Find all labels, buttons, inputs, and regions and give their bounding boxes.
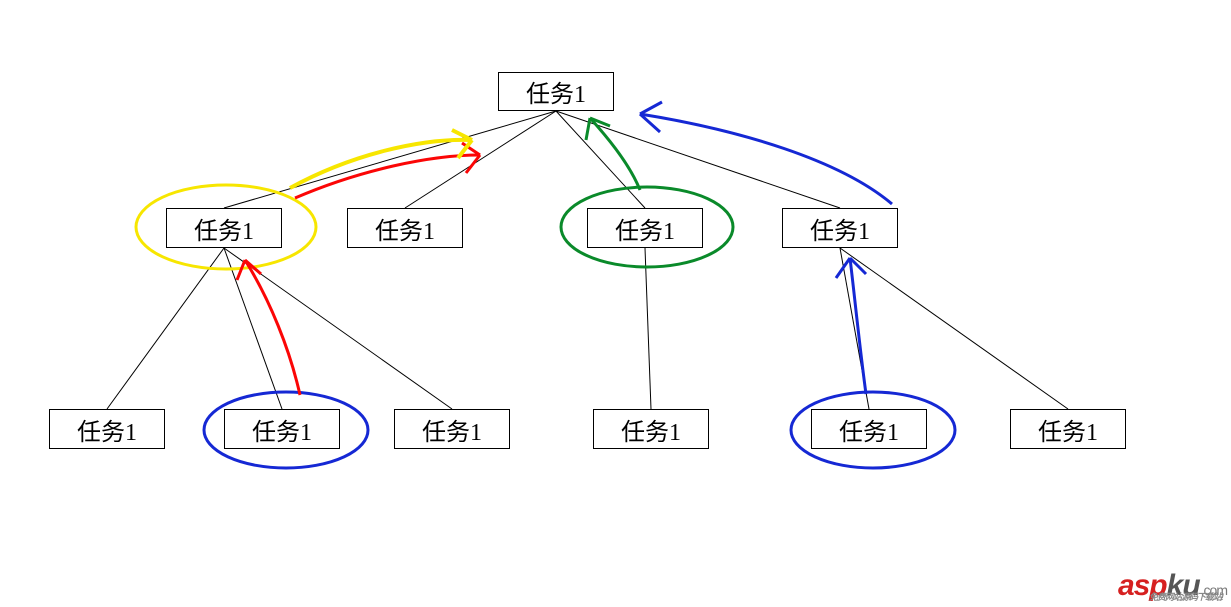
node-label: 任务1 (839, 412, 899, 447)
node-l2c: 任务1 (587, 208, 703, 248)
node-l3f: 任务1 (1010, 409, 1126, 449)
arrow-red-lower (245, 260, 300, 395)
node-l3c: 任务1 (394, 409, 510, 449)
watermark-subtitle: 免费网站源码下载站! (1149, 590, 1223, 603)
node-label: 任务1 (526, 74, 586, 109)
node-label: 任务1 (615, 211, 675, 246)
arrow-blue-upper (640, 114, 892, 204)
node-label: 任务1 (1038, 412, 1098, 447)
node-l2a: 任务1 (166, 208, 282, 248)
node-label: 任务1 (252, 412, 312, 447)
node-l2b: 任务1 (347, 208, 463, 248)
node-label: 任务1 (621, 412, 681, 447)
node-l3e: 任务1 (811, 409, 927, 449)
node-l3b: 任务1 (224, 409, 340, 449)
arrow-red-upper (295, 155, 480, 198)
node-l3a: 任务1 (49, 409, 165, 449)
arrow-blue-lower (850, 258, 866, 394)
node-label: 任务1 (810, 211, 870, 246)
node-l2d: 任务1 (782, 208, 898, 248)
node-label: 任务1 (194, 211, 254, 246)
arrow-yellow (290, 140, 472, 188)
node-label: 任务1 (422, 412, 482, 447)
arrow-green (590, 118, 640, 190)
tree-edges (0, 0, 1231, 607)
node-label: 任务1 (77, 412, 137, 447)
node-label: 任务1 (375, 211, 435, 246)
node-root: 任务1 (498, 72, 614, 111)
annotations-overlay (0, 0, 1231, 607)
node-l3d: 任务1 (593, 409, 709, 449)
watermark-logo: aspku.com 免费网站源码下载站! (1118, 569, 1227, 603)
